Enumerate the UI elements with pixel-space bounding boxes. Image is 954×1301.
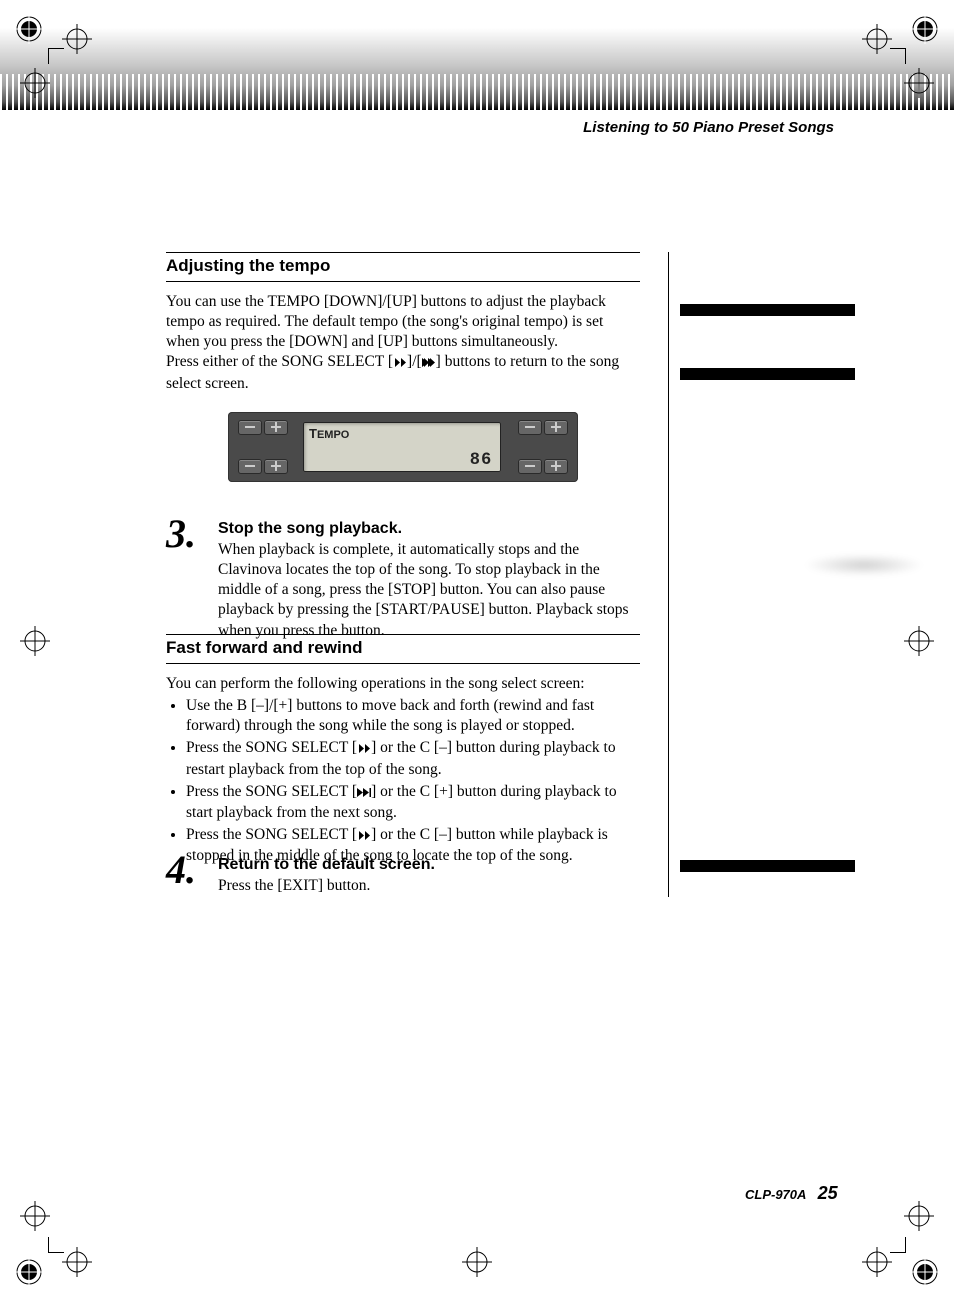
lcd-button-minus	[238, 420, 262, 435]
footer-model: CLP-970A	[745, 1187, 806, 1202]
registration-mark	[462, 1247, 492, 1277]
para-tempo-2b: ]/[	[407, 353, 422, 370]
step-number-3: 3.	[166, 514, 196, 554]
registration-mark	[862, 1247, 892, 1277]
footer-page-number: 25	[818, 1183, 838, 1203]
crop-tick	[48, 1252, 64, 1253]
page-footer: CLP-970A 25	[745, 1183, 838, 1204]
lcd-button-minus	[238, 459, 262, 474]
page-header-gradient-stripes	[0, 74, 954, 110]
crop-tick	[890, 1252, 906, 1253]
registration-mark	[910, 1257, 940, 1287]
step-text-3: When playback is complete, it automatica…	[218, 540, 640, 641]
lcd-button-plus	[264, 459, 288, 474]
ffrw-bullet-2: Press the SONG SELECT [] or the C [–] bu…	[186, 738, 640, 779]
registration-mark	[14, 1257, 44, 1287]
margin-marker	[680, 860, 855, 872]
forward-icon	[422, 353, 436, 373]
step-text-4: Press the [EXIT] button.	[218, 876, 640, 896]
section-body-ffrw: You can perform the following operations…	[166, 674, 640, 866]
lcd-value: 86	[470, 449, 493, 469]
section-body-tempo: You can use the TEMPO [DOWN]/[UP] button…	[166, 292, 640, 394]
margin-marker	[680, 304, 855, 316]
lcd-button-plus	[544, 420, 568, 435]
rewind-icon	[357, 826, 371, 846]
registration-mark	[62, 1247, 92, 1277]
registration-mark	[904, 1201, 934, 1231]
lcd-button-minus	[518, 420, 542, 435]
registration-mark	[20, 1201, 50, 1231]
lcd-button-minus	[518, 459, 542, 474]
lcd-label: TEMPO	[309, 426, 349, 441]
breadcrumb: Listening to 50 Piano Preset Songs	[583, 119, 834, 136]
step-heading-3: Stop the song playback.	[218, 520, 640, 538]
section-heading-ffrw: Fast forward and rewind	[166, 634, 640, 664]
para-tempo-2a: Press either of the SONG SELECT [	[166, 353, 393, 370]
registration-mark	[20, 626, 50, 656]
para-tempo-1: You can use the TEMPO [DOWN]/[UP] button…	[166, 293, 606, 350]
step-number-4: 4.	[166, 850, 196, 890]
artifact-smudge	[804, 554, 924, 576]
step-heading-4: Return to the default screen.	[218, 856, 640, 874]
lcd-button-plus	[264, 420, 288, 435]
registration-mark	[904, 626, 934, 656]
column-separator	[668, 252, 669, 897]
ffrw-bullet-1: Use the B [–]/[+] buttons to move back a…	[186, 696, 640, 736]
crop-tick	[905, 1237, 906, 1253]
rewind-icon	[357, 739, 371, 759]
rewind-icon	[393, 353, 407, 373]
section-heading-tempo: Adjusting the tempo	[166, 252, 640, 282]
lcd-screen: TEMPO 86	[303, 422, 501, 472]
forward-icon	[357, 783, 371, 803]
crop-tick	[48, 1237, 49, 1253]
ffrw-intro: You can perform the following operations…	[166, 675, 585, 692]
margin-marker	[680, 368, 855, 380]
lcd-panel-illustration: TEMPO 86	[228, 412, 578, 482]
lcd-button-plus	[544, 459, 568, 474]
ffrw-bullet-3: Press the SONG SELECT [] or the C [+] bu…	[186, 782, 640, 823]
